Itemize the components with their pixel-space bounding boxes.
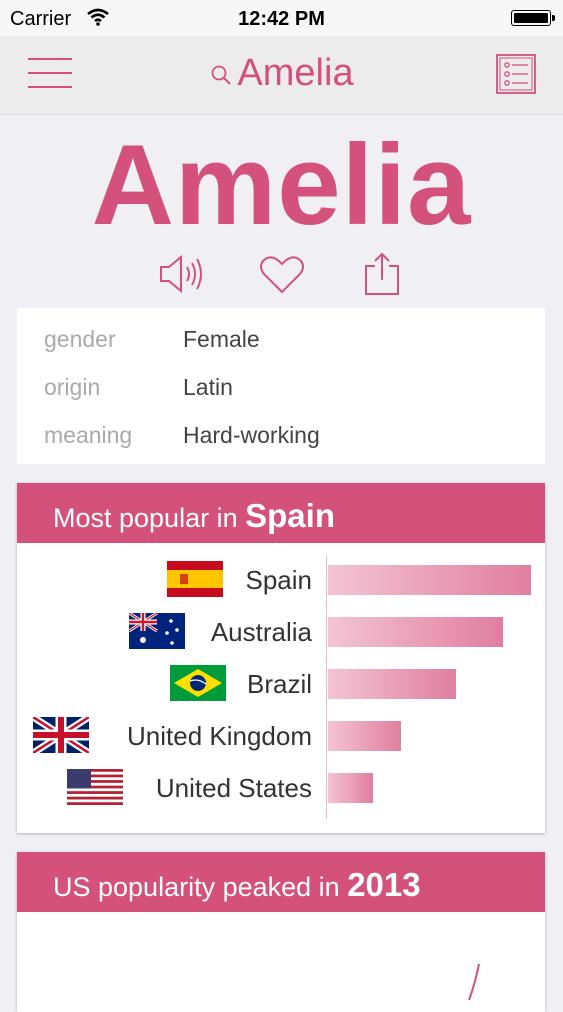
spain-flag bbox=[167, 561, 223, 597]
nav-title[interactable]: Amelia bbox=[0, 52, 563, 95]
info-label: origin bbox=[44, 374, 101, 400]
battery-icon bbox=[511, 10, 555, 26]
action-bar bbox=[0, 252, 563, 298]
heart-icon[interactable] bbox=[258, 252, 306, 296]
us-flag bbox=[67, 769, 123, 805]
info-row-meaning: meaning Hard-working bbox=[17, 422, 545, 458]
country-name: Spain bbox=[245, 565, 313, 595]
navigation-bar: Amelia bbox=[0, 36, 563, 115]
country-name: United States bbox=[155, 773, 312, 803]
info-value: Female bbox=[183, 326, 260, 352]
us-popularity-card: US popularity peaked in 2013 bbox=[17, 852, 545, 1012]
info-row-origin: origin Latin bbox=[17, 374, 545, 410]
popular-title-country: Spain bbox=[245, 497, 335, 534]
popularity-by-country-card: Most popular in Spain Spain Australia Br… bbox=[17, 483, 545, 833]
list-icon[interactable] bbox=[496, 54, 536, 94]
country-row: Brazil bbox=[17, 661, 545, 709]
name-info-card: gender Female origin Latin meaning Hard-… bbox=[17, 308, 545, 464]
info-label: gender bbox=[44, 326, 116, 352]
popularity-bar bbox=[328, 721, 401, 751]
popular-title-prefix: Most popular in bbox=[53, 503, 238, 533]
search-icon bbox=[212, 65, 232, 85]
country-name: United Kingdom bbox=[127, 721, 312, 751]
info-row-gender: gender Female bbox=[17, 326, 545, 362]
popularity-trend-line bbox=[468, 963, 480, 1001]
popularity-bar bbox=[328, 617, 503, 647]
info-label: meaning bbox=[44, 422, 133, 448]
share-icon[interactable] bbox=[358, 252, 406, 296]
clock: 12:42 PM bbox=[238, 8, 325, 30]
country-name: Australia bbox=[210, 617, 312, 647]
country-name: Brazil bbox=[246, 669, 312, 699]
country-row: United Kingdom bbox=[17, 713, 545, 761]
popularity-bar bbox=[328, 773, 373, 803]
country-row: Spain bbox=[17, 557, 545, 605]
country-row: Australia bbox=[17, 609, 545, 657]
brazil-flag bbox=[170, 665, 226, 701]
info-value: Latin bbox=[183, 374, 233, 400]
popularity-card-header: Most popular in Spain bbox=[17, 483, 545, 543]
popularity-bar bbox=[328, 565, 531, 595]
australia-flag bbox=[129, 613, 185, 649]
popularity-bar bbox=[328, 669, 456, 699]
country-row: United States bbox=[17, 765, 545, 813]
nav-title-label: Amelia bbox=[237, 52, 354, 94]
info-value: Hard-working bbox=[183, 422, 320, 448]
status-bar: Carrier 12:42 PM bbox=[0, 0, 563, 36]
uk-flag bbox=[33, 717, 89, 753]
speaker-icon[interactable] bbox=[157, 252, 205, 296]
name-heading: Amelia bbox=[91, 122, 472, 249]
